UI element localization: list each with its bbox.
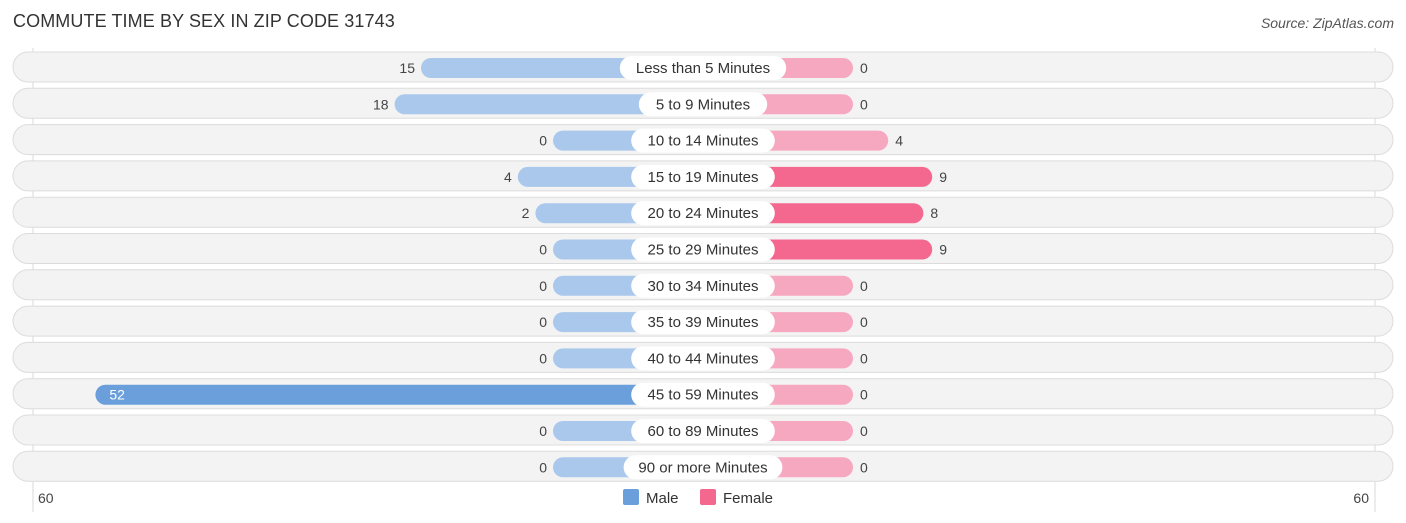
category-label: 30 to 34 Minutes: [648, 278, 759, 295]
value-label-female: 0: [860, 459, 868, 475]
value-label-male: 0: [539, 242, 547, 258]
category-label: 20 to 24 Minutes: [648, 205, 759, 222]
value-label-female: 0: [860, 60, 868, 76]
category-label: 5 to 9 Minutes: [656, 96, 750, 113]
value-label-female: 4: [895, 133, 903, 149]
chart-row: 4 9 15 to 19 Minutes: [12, 160, 1394, 192]
value-label-female: 0: [860, 278, 868, 294]
chart-row: 0 0 35 to 39 Minutes: [12, 305, 1394, 337]
value-label-female: 9: [939, 242, 947, 258]
legend: Male Female: [623, 489, 773, 507]
category-label: 60 to 89 Minutes: [648, 423, 759, 440]
value-label-male: 2: [522, 205, 530, 221]
chart: 15 0 Less than 5 Minutes 18 0 5 to 9 Minutes 0…: [12, 48, 1394, 512]
value-label-female: 9: [939, 169, 947, 185]
value-label-male: 0: [539, 423, 547, 439]
category-label: 90 or more Minutes: [638, 459, 767, 476]
category-label: Less than 5 Minutes: [636, 60, 770, 77]
left-axis-tick: 60: [38, 490, 54, 506]
chart-row: 0 4 10 to 14 Minutes: [12, 124, 1394, 156]
legend-label-male: Male: [646, 490, 679, 507]
bar-male: [95, 384, 703, 405]
value-label-male: 15: [399, 60, 415, 76]
value-label-female: 0: [860, 423, 868, 439]
chart-row: 0 0 60 to 89 Minutes: [12, 414, 1394, 446]
category-label: 25 to 29 Minutes: [648, 242, 759, 259]
category-label: 40 to 44 Minutes: [648, 350, 759, 367]
value-label-male: 0: [539, 314, 547, 330]
value-label-female: 0: [860, 350, 868, 366]
legend-swatch-female: [700, 489, 716, 505]
chart-row: 0 0 30 to 34 Minutes: [12, 269, 1394, 301]
value-label-male: 0: [539, 133, 547, 149]
category-label: 45 to 59 Minutes: [648, 387, 759, 404]
category-label: 35 to 39 Minutes: [648, 314, 759, 331]
chart-row: 0 9 25 to 29 Minutes: [12, 233, 1394, 264]
chart-row: 0 0 40 to 44 Minutes: [12, 341, 1394, 373]
value-label-female: 0: [860, 314, 868, 330]
chart-row: 2 8 20 to 24 Minutes: [12, 196, 1394, 228]
chart-row: 0 0 90 or more Minutes: [12, 450, 1394, 482]
right-axis-tick: 60: [1353, 490, 1369, 506]
value-label-male: 18: [373, 96, 389, 112]
value-label-male: 0: [539, 278, 547, 294]
value-label-female: 0: [860, 96, 868, 112]
value-label-male: 0: [539, 350, 547, 366]
value-label-female: 0: [860, 387, 868, 403]
value-label-male: 4: [504, 169, 512, 185]
value-label-male: 52: [109, 387, 125, 403]
chart-row: 15 0 Less than 5 Minutes: [12, 51, 1394, 83]
value-label-female: 8: [930, 205, 938, 221]
legend-swatch-male: [623, 489, 639, 505]
category-label: 15 to 19 Minutes: [648, 169, 759, 186]
chart-row: 18 0 5 to 9 Minutes: [12, 87, 1394, 119]
legend-label-female: Female: [723, 490, 773, 507]
chart-row: 52 0 45 to 59 Minutes: [12, 378, 1394, 410]
value-label-male: 0: [539, 459, 547, 475]
category-label: 10 to 14 Minutes: [648, 133, 759, 150]
